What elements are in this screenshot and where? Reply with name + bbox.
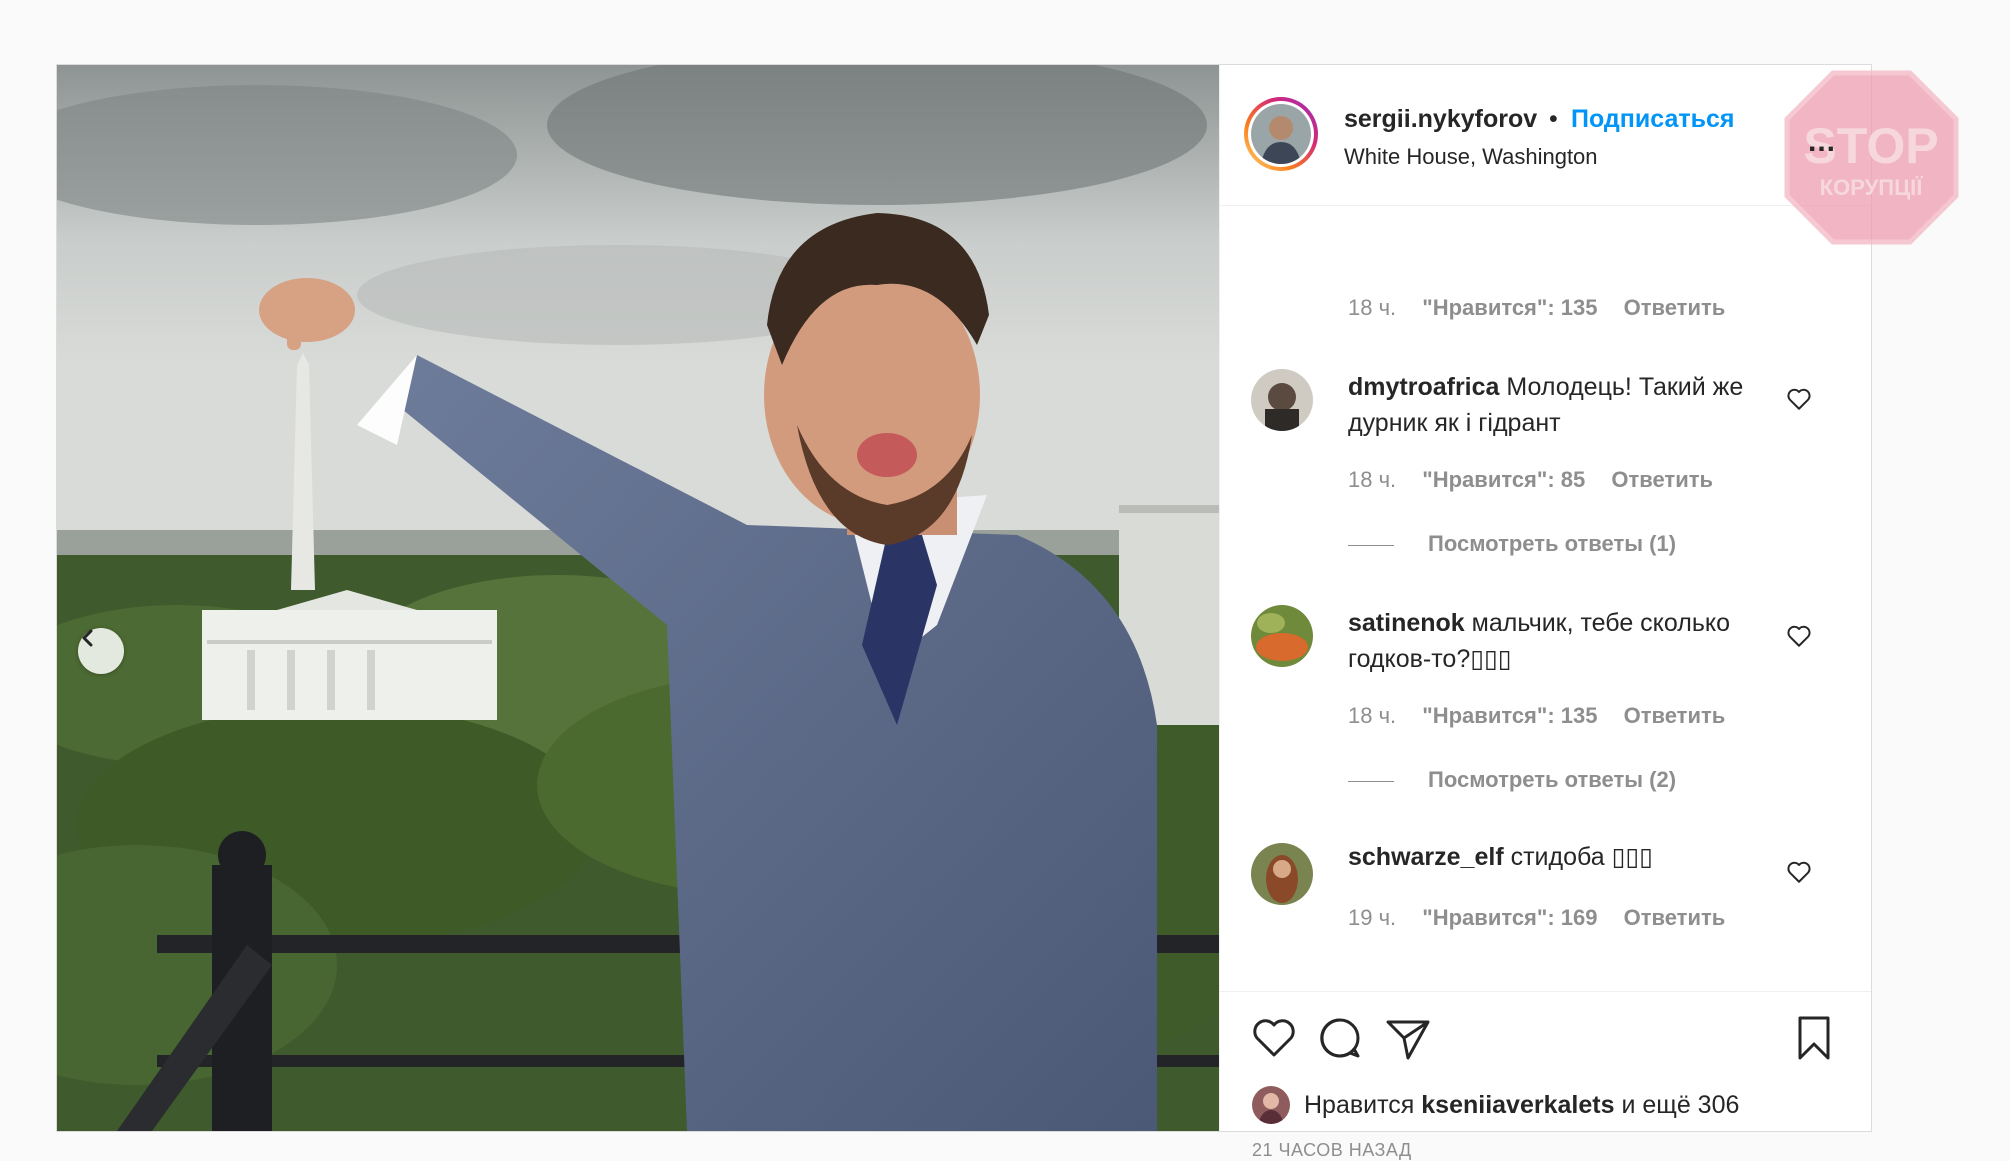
view-replies-label: Посмотреть ответы (1) [1428, 531, 1677, 556]
heart-icon[interactable] [1786, 623, 1812, 649]
like-heart-icon[interactable] [1250, 1014, 1298, 1062]
comment-text: стидоба ▯▯▯ [1510, 843, 1653, 871]
header-separator: • [1549, 105, 1558, 133]
reply-button[interactable]: Ответить [1624, 905, 1726, 930]
previous-photo-button[interactable] [78, 628, 124, 674]
post-time-ago: 21 ЧАСОВ НАЗАД [1252, 1140, 1412, 1160]
liked-suffix[interactable]: и ещё 306 [1621, 1091, 1739, 1120]
liker-avatar-image [1252, 1086, 1290, 1124]
commenter-avatar-image [1251, 843, 1313, 905]
commenter-avatar[interactable] [1251, 369, 1313, 431]
liked-by-username[interactable]: kseniiaverkalets [1421, 1091, 1614, 1120]
post-side-panel: sergii.nykyforov • Подписаться White Hou… [1219, 65, 1959, 1160]
comment-likes[interactable]: "Нравится": 135 [1422, 703, 1597, 728]
view-replies-button[interactable]: Посмотреть ответы (2) [1348, 767, 1676, 793]
comment-time: 18 ч. [1348, 467, 1397, 492]
comments-list: 18 ч. "Нравится": 135 Ответить dmytroafr… [1220, 205, 1871, 991]
commenter-username[interactable]: dmytroafrica [1348, 373, 1499, 401]
comment-meta: 19 ч. "Нравится": 169 Ответить [1348, 905, 1745, 931]
comment-likes[interactable]: "Нравится": 85 [1422, 467, 1585, 492]
commenter-avatar-image [1251, 605, 1313, 667]
view-replies-line [1348, 780, 1394, 782]
reply-button[interactable]: Ответить [1624, 295, 1726, 320]
commenter-username[interactable]: satinenok [1348, 609, 1465, 637]
watermark-line2: КОРУПЦІЇ [1820, 175, 1924, 200]
follow-button[interactable]: Подписаться [1571, 105, 1734, 134]
reply-button[interactable]: Ответить [1624, 703, 1726, 728]
liked-prefix: Нравится [1304, 1090, 1415, 1119]
author-avatar-image [1251, 104, 1311, 164]
photo-scene [57, 65, 1219, 1131]
post-actions: Нравится kseniiaverkalets и ещё 306 21 Ч… [1220, 991, 1871, 1160]
author-username[interactable]: sergii.nykyforov [1344, 105, 1537, 134]
comment-time: 18 ч. [1348, 295, 1397, 320]
comment-body: satinenok мальчик, тебе сколько годков-т… [1348, 605, 1788, 677]
comment-body: dmytroafrica Молодець! Такий же дурник я… [1348, 369, 1788, 441]
view-replies-label: Посмотреть ответы (2) [1428, 767, 1677, 792]
commenter-username[interactable]: schwarze_elf [1348, 843, 1504, 871]
chevron-left-icon [82, 629, 93, 647]
commenter-avatar[interactable] [1251, 843, 1313, 905]
reply-button[interactable]: Ответить [1611, 467, 1713, 492]
heart-icon[interactable] [1786, 386, 1812, 412]
comment-meta: 18 ч. "Нравится": 85 Ответить [1348, 467, 1733, 493]
author-avatar[interactable] [1244, 97, 1318, 171]
comment-meta: 18 ч. "Нравится": 135 Ответить [1348, 295, 1745, 321]
instagram-post: sergii.nykyforov • Подписаться White Hou… [56, 64, 1959, 1160]
save-bookmark-icon[interactable] [1790, 1014, 1838, 1062]
post-photo[interactable] [57, 65, 1219, 1131]
comment-bubble-icon[interactable] [1316, 1014, 1364, 1062]
commenter-avatar[interactable] [1251, 605, 1313, 667]
comment-time: 19 ч. [1348, 905, 1397, 930]
heart-icon[interactable] [1786, 859, 1812, 885]
comment-body: schwarze_elf стидоба ▯▯▯ [1348, 839, 1788, 875]
more-options-button[interactable]: ... [1808, 125, 1836, 159]
comment-time: 18 ч. [1348, 703, 1397, 728]
liker-avatar [1252, 1086, 1290, 1124]
comment-meta: 18 ч. "Нравится": 135 Ответить [1348, 703, 1745, 729]
view-replies-button[interactable]: Посмотреть ответы (1) [1348, 531, 1676, 557]
liked-by-summary[interactable]: Нравится kseniiaverkalets и ещё 306 [1252, 1086, 1739, 1124]
share-paper-plane-icon[interactable] [1384, 1014, 1432, 1062]
commenter-avatar-image [1251, 369, 1313, 431]
view-replies-line [1348, 544, 1394, 546]
comment-likes[interactable]: "Нравится": 169 [1422, 905, 1597, 930]
post-header: sergii.nykyforov • Подписаться White Hou… [1220, 65, 1959, 245]
comment-likes[interactable]: "Нравится": 135 [1422, 295, 1597, 320]
post-location[interactable]: White House, Washington [1344, 144, 1598, 170]
